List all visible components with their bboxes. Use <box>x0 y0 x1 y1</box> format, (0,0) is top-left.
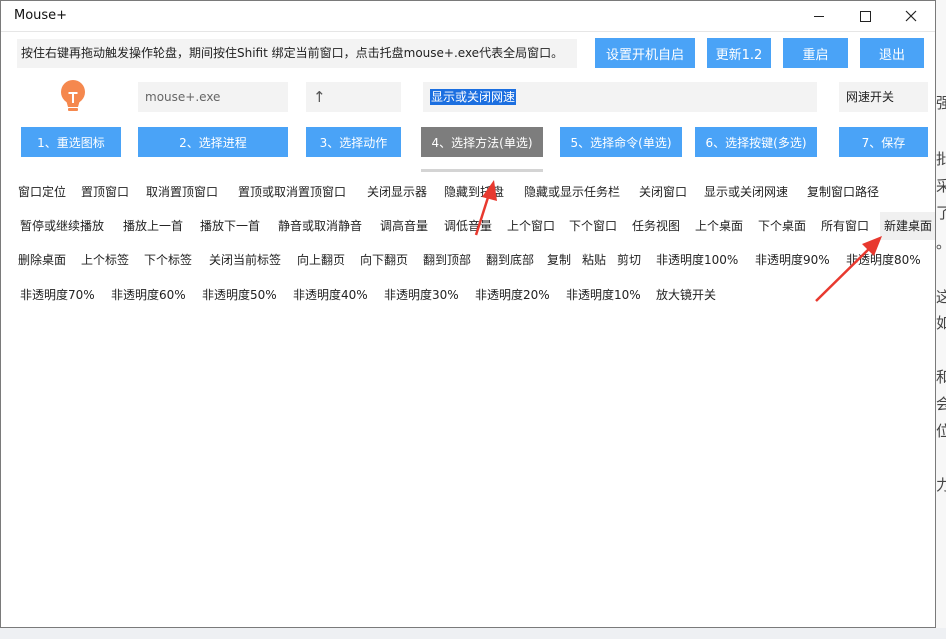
option-item[interactable]: 翻到底部 <box>486 252 534 268</box>
restart-button[interactable]: 重启 <box>783 38 848 68</box>
option-item[interactable]: 上个桌面 <box>695 218 743 234</box>
background-text: 强 <box>936 94 946 112</box>
option-item[interactable]: 非透明度70% <box>20 287 95 303</box>
usage-instructions: 按住右键再拖动触发操作轮盘，期间按住Shifit 绑定当前窗口，点击托盘mous… <box>17 39 577 68</box>
background-text: 位 <box>936 422 946 440</box>
exit-button[interactable]: 退出 <box>860 38 924 68</box>
option-item[interactable]: 任务视图 <box>632 218 680 234</box>
option-item[interactable]: 窗口定位 <box>18 184 66 200</box>
option-item[interactable]: 非透明度80% <box>846 252 921 268</box>
step-select-command-button[interactable]: 5、选择命令(单选) <box>560 127 682 157</box>
option-item[interactable]: 复制窗口路径 <box>807 184 879 200</box>
option-item[interactable]: 取消置顶窗口 <box>146 184 218 200</box>
option-item[interactable]: 播放上一首 <box>123 218 183 234</box>
method-field[interactable]: 显示或关闭网速 <box>423 82 817 112</box>
option-item[interactable]: 上个窗口 <box>507 218 555 234</box>
minimize-icon <box>814 15 824 17</box>
background-text: 如 <box>936 314 946 332</box>
option-item[interactable]: 隐藏或显示任务栏 <box>524 184 620 200</box>
background-text: 批 <box>936 150 946 168</box>
option-item[interactable]: 剪切 <box>617 252 641 268</box>
minimize-button[interactable] <box>796 1 842 31</box>
option-item[interactable]: 所有窗口 <box>821 218 869 234</box>
option-item[interactable]: 非透明度60% <box>111 287 186 303</box>
option-item-highlighted[interactable]: 新建桌面 <box>880 212 935 240</box>
option-item[interactable]: 非透明度40% <box>293 287 368 303</box>
option-item[interactable]: 关闭显示器 <box>367 184 427 200</box>
maximize-button[interactable] <box>842 1 888 31</box>
option-item[interactable]: 非透明度100% <box>656 252 738 268</box>
command-field[interactable]: 网速开关 <box>839 82 928 112</box>
option-item[interactable]: 播放下一首 <box>200 218 260 234</box>
option-item[interactable]: 下个标签 <box>144 252 192 268</box>
option-item[interactable]: 关闭当前标签 <box>209 252 281 268</box>
option-item[interactable]: 翻到顶部 <box>423 252 471 268</box>
option-item[interactable]: 置顶窗口 <box>81 184 129 200</box>
step-select-keys-button[interactable]: 6、选择按键(多选) <box>695 127 817 157</box>
background-text: 采 <box>936 177 946 195</box>
option-item[interactable]: 关闭窗口 <box>639 184 687 200</box>
step-reselect-icon-button[interactable]: 1、重选图标 <box>21 127 121 157</box>
action-field[interactable]: ↑ <box>306 82 401 112</box>
option-item[interactable]: 非透明度30% <box>384 287 459 303</box>
process-field[interactable]: mouse+.exe <box>138 82 288 112</box>
option-item[interactable]: 调高音量 <box>380 218 428 234</box>
background-text: 这 <box>936 288 946 306</box>
background-text: 。 <box>936 232 946 253</box>
background-text: 和 <box>936 368 946 386</box>
option-item[interactable]: 放大镜开关 <box>656 287 716 303</box>
update-button[interactable]: 更新1.2 <box>707 38 771 68</box>
option-item[interactable]: 暂停或继续播放 <box>20 218 104 234</box>
option-item[interactable]: 下个桌面 <box>758 218 806 234</box>
window-title: Mouse+ <box>14 8 68 23</box>
step-save-button[interactable]: 7、保存 <box>839 127 928 157</box>
option-item[interactable]: 删除桌面 <box>18 252 66 268</box>
option-item[interactable]: 复制 <box>547 252 571 268</box>
option-item[interactable]: 粘贴 <box>582 252 606 268</box>
option-item[interactable]: 隐藏到托盘 <box>444 184 504 200</box>
mouseplus-window: Mouse+ 按住右键再拖动触发操作轮盘，期间按住Shifit 绑定当前窗口，点… <box>0 0 936 628</box>
close-button[interactable] <box>888 1 934 31</box>
option-item[interactable]: 静音或取消静音 <box>278 218 362 234</box>
option-item[interactable]: 下个窗口 <box>569 218 617 234</box>
option-item[interactable]: 上个标签 <box>81 252 129 268</box>
autostart-button[interactable]: 设置开机自启 <box>595 38 695 68</box>
option-item[interactable]: 调低音量 <box>444 218 492 234</box>
step-select-process-button[interactable]: 2、选择进程 <box>138 127 288 157</box>
option-item[interactable]: 向上翻页 <box>297 252 345 268</box>
background-text: 力 <box>936 476 946 494</box>
method-selected-text: 显示或关闭网速 <box>430 89 517 105</box>
option-item[interactable]: 非透明度20% <box>475 287 550 303</box>
lightbulb-icon[interactable] <box>56 78 90 114</box>
background-text: 了 <box>936 204 946 222</box>
title-bar: Mouse+ <box>1 1 935 32</box>
background-text: 会 <box>936 395 946 413</box>
close-icon <box>905 10 917 22</box>
step-select-action-button[interactable]: 3、选择动作 <box>306 127 401 157</box>
option-item[interactable]: 向下翻页 <box>360 252 408 268</box>
maximize-icon <box>859 10 871 22</box>
option-item[interactable]: 非透明度50% <box>202 287 277 303</box>
option-item[interactable]: 非透明度90% <box>755 252 830 268</box>
option-item[interactable]: 置顶或取消置顶窗口 <box>238 184 346 200</box>
step-select-method-tab[interactable]: 4、选择方法(单选) <box>421 127 543 157</box>
option-item[interactable]: 非透明度10% <box>566 287 641 303</box>
active-step-indicator <box>421 169 543 172</box>
background-page-bottom <box>0 628 946 639</box>
option-item[interactable]: 显示或关闭网速 <box>704 184 788 200</box>
